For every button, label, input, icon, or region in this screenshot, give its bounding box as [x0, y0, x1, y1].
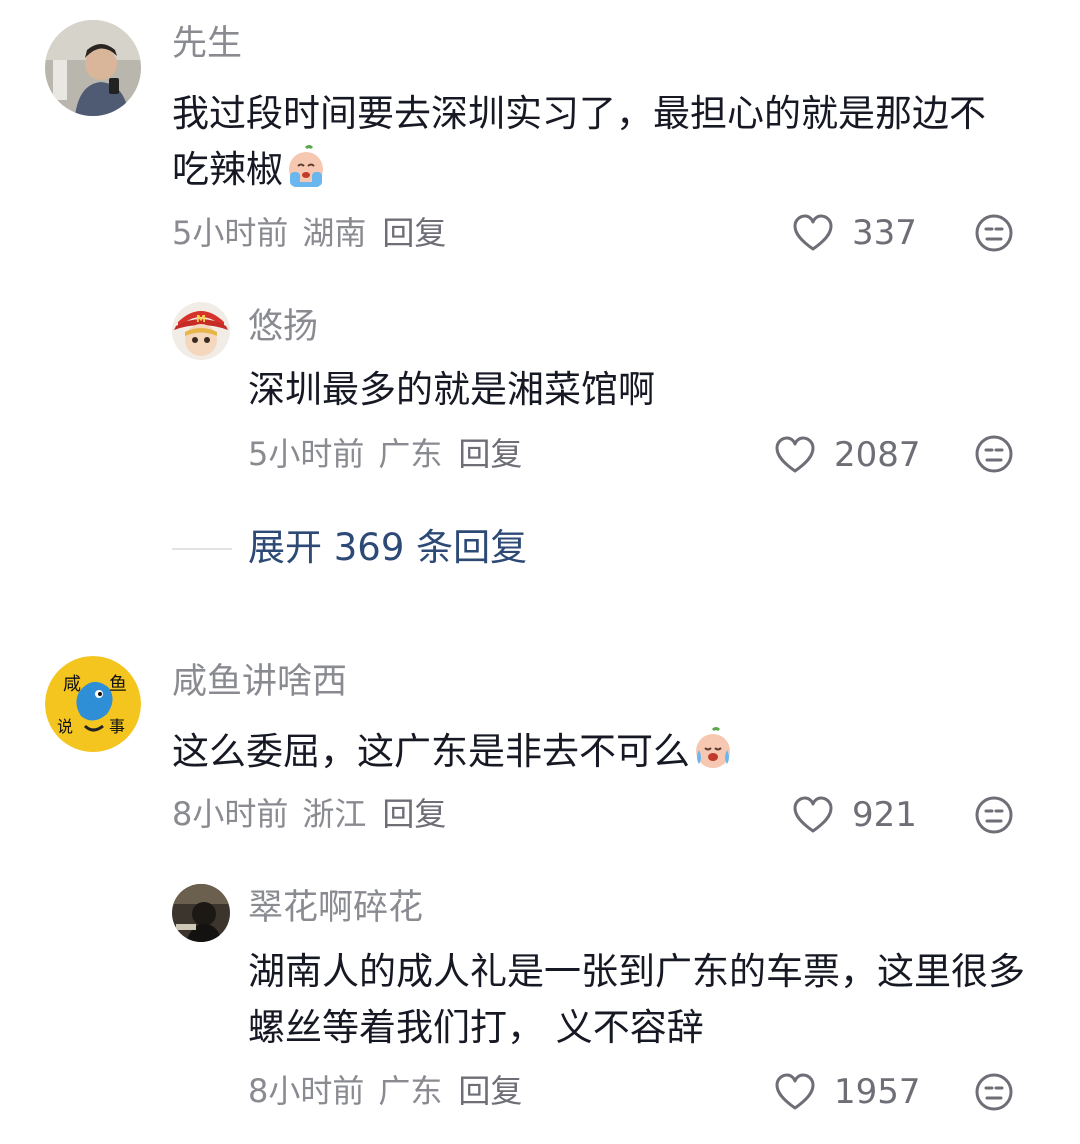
like-button[interactable]: 337	[792, 211, 917, 255]
heart-icon	[792, 796, 834, 834]
comment-time: 5小时前	[172, 214, 289, 252]
comment-location: 湖南	[302, 214, 367, 252]
like-button[interactable]: 921	[792, 793, 917, 837]
reply-button[interactable]: 回复	[458, 1072, 522, 1110]
heart-icon	[792, 214, 834, 252]
avatar-text: 咸	[63, 674, 81, 695]
comment-username[interactable]: 咸鱼讲啥西	[172, 660, 347, 704]
avatar[interactable]	[172, 884, 230, 942]
like-button[interactable]: 1957	[774, 1070, 921, 1114]
reply-time: 8小时前	[248, 1072, 365, 1110]
reply-text: 湖南人的成人礼是一张到广东的车票，这里很多螺丝等着我们打， 义不容辞	[248, 950, 1025, 1049]
expand-divider	[172, 548, 232, 550]
avatar-text: 说	[57, 717, 73, 736]
reply-meta: 5小时前 广东 回复	[248, 434, 536, 474]
crying-face-emoji-icon	[283, 144, 329, 190]
reply-username[interactable]: 悠扬	[248, 305, 318, 349]
like-count: 2087	[834, 435, 921, 475]
heart-icon	[774, 1073, 816, 1111]
like-count: 337	[852, 213, 917, 253]
neutral-face-icon	[975, 435, 1013, 473]
comment-text: 这么委屈，这广东是非去不可么	[172, 724, 1022, 780]
neutral-face-icon	[975, 1073, 1013, 1111]
reply-location: 广东	[378, 1072, 443, 1110]
reply-time: 5小时前	[248, 435, 365, 473]
reply-button[interactable]: 回复	[382, 214, 446, 252]
reply-text: 深圳最多的就是湘菜馆啊	[248, 368, 655, 411]
heart-icon	[774, 436, 816, 474]
avatar[interactable]	[45, 20, 141, 116]
avatar-text: 鱼	[109, 674, 127, 695]
avatar[interactable]: 咸 鱼 说 事	[45, 656, 141, 752]
reply-username[interactable]: 翠花啊碎花	[248, 886, 423, 930]
avatar-text: 事	[109, 717, 125, 736]
comment-text: 我过段时间要去深圳实习了，最担心的就是那边不吃辣椒	[172, 92, 986, 191]
dislike-button[interactable]	[974, 213, 1014, 253]
like-count: 921	[852, 795, 917, 835]
neutral-face-icon	[975, 214, 1013, 252]
dislike-button[interactable]	[974, 795, 1014, 835]
expand-replies-button[interactable]: 展开 369 条回复	[248, 524, 527, 572]
comment-meta: 8小时前 浙江 回复	[172, 794, 460, 834]
dislike-button[interactable]	[974, 1072, 1014, 1112]
comment-location: 浙江	[302, 795, 367, 833]
avatar[interactable]: M	[172, 302, 230, 360]
comment-username[interactable]: 先生	[172, 22, 242, 66]
reply-meta: 8小时前 广东 回复	[248, 1071, 536, 1111]
neutral-face-icon	[975, 796, 1013, 834]
like-count: 1957	[834, 1072, 921, 1112]
svg-text:M: M	[196, 314, 206, 325]
reply-button[interactable]: 回复	[458, 435, 522, 473]
reply-location: 广东	[378, 435, 443, 473]
comment-meta: 5小时前 湖南 回复	[172, 213, 460, 253]
comment-time: 8小时前	[172, 795, 289, 833]
crying-face-emoji-icon	[690, 726, 736, 772]
reply-button[interactable]: 回复	[382, 795, 446, 833]
dislike-button[interactable]	[974, 434, 1014, 474]
like-button[interactable]: 2087	[774, 433, 921, 477]
